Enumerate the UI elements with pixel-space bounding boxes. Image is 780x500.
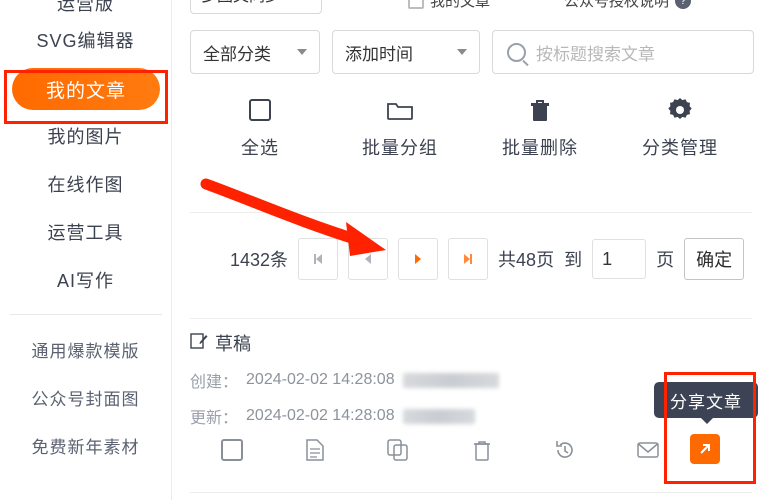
bulk-action-row: 全选 批量分组 批量删除 分类管理 (190, 96, 750, 160)
auth-help-label: 公众号授权说明 (564, 0, 670, 10)
filter-row: 全部分类 添加时间 按标题搜索文章 (190, 30, 754, 74)
sidebar-item-label: 我的文章 (45, 80, 126, 102)
category-select-label: 全部分类 (203, 44, 271, 64)
checkbox-label: 我的文章 (430, 0, 491, 10)
sidebar-item-templates[interactable]: 通用爆款模版 (0, 325, 171, 373)
sidebar-item-partial-top[interactable]: 运营版 (0, 0, 171, 16)
first-page-button[interactable] (298, 238, 339, 280)
total-count: 1432条 (230, 250, 289, 270)
search-icon (507, 42, 526, 62)
checkbox-icon (249, 96, 271, 124)
top-bar: 多图文同步 我的文章 公众号授权说明 ? (172, 0, 780, 22)
sidebar-item-label: 公众号封面图 (31, 389, 140, 409)
pagination: 1432条 共48页 到 1 页 确定 (230, 238, 745, 280)
redacted-text (402, 408, 475, 424)
created-value: 2024-02-02 14:28:08 (246, 371, 395, 388)
updated-value: 2024-02-02 14:28:08 (246, 407, 395, 424)
divider (190, 212, 752, 213)
goto-label: 到 (564, 250, 583, 270)
share-tooltip: 分享文章 (654, 382, 758, 424)
search-input[interactable]: 按标题搜索文章 (492, 30, 754, 74)
sidebar-item-label: AI写作 (56, 271, 114, 291)
redacted-text (402, 372, 499, 388)
action-label: 分类管理 (642, 138, 718, 158)
action-label: 全选 (241, 138, 279, 158)
sidebar-item-online-drawing[interactable]: 在线作图 (0, 160, 171, 208)
select-all-button[interactable]: 全选 (190, 96, 330, 160)
sidebar-divider (9, 314, 162, 315)
sidebar-item-ai-writing[interactable]: AI写作 (0, 256, 171, 304)
created-label: 创建： (190, 374, 239, 391)
sync-select-label: 多图文同步 (201, 0, 281, 6)
sidebar-item-svg-editor[interactable]: SVG编辑器 (0, 16, 171, 64)
bulk-delete-button[interactable]: 批量删除 (470, 96, 610, 160)
page-number-input[interactable]: 1 (592, 239, 647, 279)
bulk-group-button[interactable]: 批量分组 (330, 96, 470, 160)
share-arrow-icon (700, 444, 710, 454)
sort-select-label: 添加时间 (345, 44, 413, 64)
mail-icon[interactable] (607, 440, 690, 460)
category-select[interactable]: 全部分类 (190, 30, 320, 74)
action-label: 批量分组 (362, 138, 438, 158)
last-page-button[interactable] (448, 238, 489, 280)
my-articles-checkbox[interactable]: 我的文章 (408, 0, 490, 11)
document-icon[interactable] (273, 438, 356, 462)
app-screenshot: 运营版 SVG编辑器 我的文章 我的图片 在线作图 运营工具 AI写作 通用爆款… (0, 0, 780, 500)
help-icon[interactable]: ? (675, 0, 692, 9)
gear-icon (667, 96, 693, 124)
sidebar-item-label: 运营版 (57, 0, 114, 14)
sidebar-active-pill[interactable]: 我的文章 (12, 68, 160, 110)
category-manage-button[interactable]: 分类管理 (610, 96, 750, 160)
auth-help-link[interactable]: 公众号授权说明 ? (564, 0, 692, 11)
sidebar-item-label: 通用爆款模版 (31, 341, 140, 361)
article-status: 草稿 (215, 334, 251, 354)
sidebar: 运营版 SVG编辑器 我的文章 我的图片 在线作图 运营工具 AI写作 通用爆款… (0, 0, 172, 500)
article-action-icons (190, 438, 690, 462)
next-page-button[interactable] (398, 238, 439, 280)
edit-icon (190, 332, 208, 355)
trash-icon (528, 96, 552, 124)
trash-icon[interactable] (440, 439, 523, 462)
sidebar-item-my-articles[interactable]: 我的文章 (0, 64, 171, 112)
chevron-down-icon (457, 49, 467, 55)
total-pages: 共48页 (498, 250, 555, 270)
divider (190, 318, 752, 319)
sort-select[interactable]: 添加时间 (332, 30, 480, 74)
sidebar-item-my-images[interactable]: 我的图片 (0, 112, 171, 160)
divider (190, 492, 752, 493)
sidebar-item-label: SVG编辑器 (36, 31, 135, 51)
updated-label: 更新： (190, 410, 239, 427)
share-button[interactable] (690, 434, 720, 464)
sidebar-item-label: 运营工具 (47, 223, 124, 243)
sidebar-item-label: 我的图片 (47, 127, 124, 147)
action-label: 批量删除 (502, 138, 578, 158)
sidebar-item-newyear-materials[interactable]: 免费新年素材 (0, 421, 171, 469)
checkbox-icon (408, 0, 424, 9)
chevron-down-icon (297, 49, 307, 55)
confirm-button[interactable]: 确定 (684, 238, 745, 280)
search-placeholder: 按标题搜索文章 (536, 44, 655, 64)
sidebar-item-label: 免费新年素材 (31, 437, 140, 457)
folder-icon (386, 96, 414, 124)
article-status-row: 草稿 (190, 330, 752, 356)
history-icon[interactable] (523, 438, 606, 462)
copy-icon[interactable] (357, 438, 440, 462)
sync-select[interactable]: 多图文同步 (190, 0, 322, 14)
row-checkbox-icon[interactable] (190, 439, 273, 461)
prev-page-button[interactable] (348, 238, 389, 280)
sidebar-item-operation-tools[interactable]: 运营工具 (0, 208, 171, 256)
sidebar-item-label: 在线作图 (47, 175, 124, 195)
main-panel: 多图文同步 我的文章 公众号授权说明 ? 全部分类 添加时间 (172, 0, 780, 500)
page-unit-label: 页 (656, 250, 675, 270)
sidebar-item-cover-images[interactable]: 公众号封面图 (0, 373, 171, 421)
